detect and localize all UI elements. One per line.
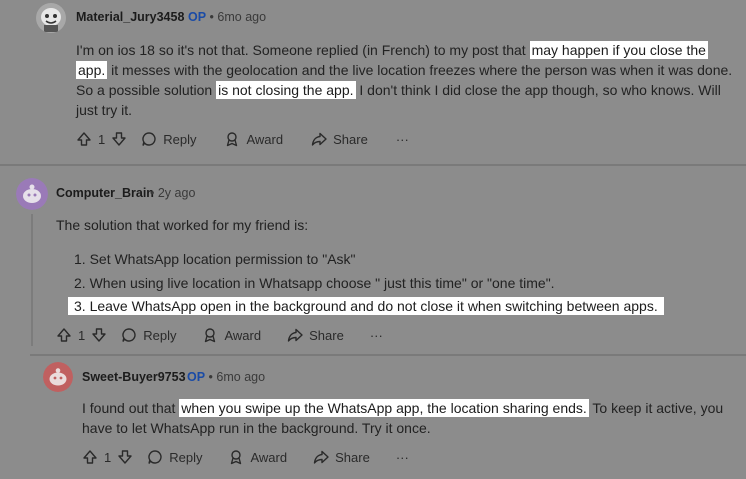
downvote-icon[interactable] [91, 327, 107, 343]
comment-meta: OP • 6mo ago [188, 10, 266, 24]
vote-count: 1 [78, 327, 86, 343]
comment-intro: The solution that worked for my friend i… [56, 217, 309, 233]
op-badge: OP [188, 10, 207, 24]
award-button[interactable]: Award [224, 131, 283, 147]
action-bar: 1 Reply Award Share ··· [56, 327, 383, 343]
username[interactable]: Computer_Brain [56, 186, 154, 200]
highlight: app. [76, 61, 108, 79]
upvote-icon[interactable] [56, 327, 72, 343]
reply-label: Reply [169, 449, 203, 465]
reply-button[interactable]: Reply [141, 131, 196, 147]
comment-body: I'm on ios 18 so it's not that. Someone … [76, 40, 732, 120]
list-item: 2. When using live location in Whatsapp … [74, 275, 555, 291]
comment-icon [141, 131, 157, 147]
award-icon [228, 449, 244, 465]
upvote-icon[interactable] [76, 131, 92, 147]
downvote-icon[interactable] [111, 131, 127, 147]
timestamp: 6mo ago [217, 10, 267, 24]
highlight: is not closing the app. [216, 81, 356, 99]
body-line: just try it. [76, 102, 133, 118]
vote-count: 1 [104, 449, 112, 465]
comment-meta: OP • 6mo ago [187, 370, 265, 384]
more-options-button[interactable]: ··· [370, 328, 383, 343]
list-item-highlighted: 3. Leave WhatsApp open in the background… [68, 296, 664, 316]
timestamp: 6mo ago [216, 370, 266, 384]
share-button[interactable]: Share [311, 131, 368, 147]
body-line: have to let WhatsApp run in the backgrou… [82, 420, 431, 436]
list-item: 1. Set WhatsApp location permission to "… [74, 251, 356, 267]
more-options-button[interactable]: ··· [396, 450, 409, 465]
avatar[interactable] [36, 3, 66, 33]
divider [30, 354, 746, 356]
vote-count: 1 [98, 131, 106, 147]
divider [0, 164, 746, 166]
thread-line[interactable] [31, 214, 33, 346]
comment-meta: • 2y ago [150, 186, 195, 200]
award-label: Award [224, 327, 262, 343]
timestamp: 2y ago [157, 186, 196, 200]
highlight: 3. Leave WhatsApp open in the background… [68, 297, 664, 315]
username[interactable]: Sweet-Buyer9753 [82, 370, 186, 384]
username[interactable]: Material_Jury3458 [76, 10, 184, 24]
award-button[interactable]: Award [202, 327, 261, 343]
reply-button[interactable]: Reply [121, 327, 176, 343]
meta-dot: • [150, 186, 158, 200]
comment-body: I found out that when you swipe up the W… [82, 398, 723, 438]
award-icon [224, 131, 240, 147]
award-label: Award [246, 131, 284, 147]
reply-button[interactable]: Reply [147, 449, 202, 465]
award-label: Award [250, 449, 288, 465]
share-icon [313, 449, 329, 465]
comment-icon [147, 449, 163, 465]
upvote-icon[interactable] [82, 449, 98, 465]
award-icon [202, 327, 218, 343]
share-label: Share [309, 327, 344, 343]
body-line: app. it messes with the geolocation and … [76, 61, 733, 79]
reply-label: Reply [143, 327, 177, 343]
more-options-button[interactable]: ··· [396, 132, 409, 147]
body-line: So a possible solution is not closing th… [76, 81, 721, 99]
action-bar: 1 Reply Award Share ··· [82, 449, 409, 465]
op-badge: OP [187, 370, 206, 384]
share-button[interactable]: Share [313, 449, 370, 465]
downvote-icon[interactable] [117, 449, 133, 465]
avatar[interactable] [43, 362, 73, 392]
body-line: I found out that when you swipe up the W… [82, 399, 724, 417]
body-line: I'm on ios 18 so it's not that. Someone … [76, 41, 708, 59]
award-button[interactable]: Award [228, 449, 287, 465]
reply-label: Reply [163, 131, 197, 147]
share-button[interactable]: Share [287, 327, 344, 343]
avatar[interactable] [16, 178, 48, 210]
share-label: Share [335, 449, 370, 465]
share-label: Share [333, 131, 368, 147]
highlight: may happen if you close the [529, 41, 708, 59]
highlight: when you swipe up the WhatsApp app, the … [179, 399, 589, 417]
action-bar: 1 Reply Award Share ··· [76, 131, 409, 147]
share-icon [287, 327, 303, 343]
share-icon [311, 131, 327, 147]
comment-icon [121, 327, 137, 343]
